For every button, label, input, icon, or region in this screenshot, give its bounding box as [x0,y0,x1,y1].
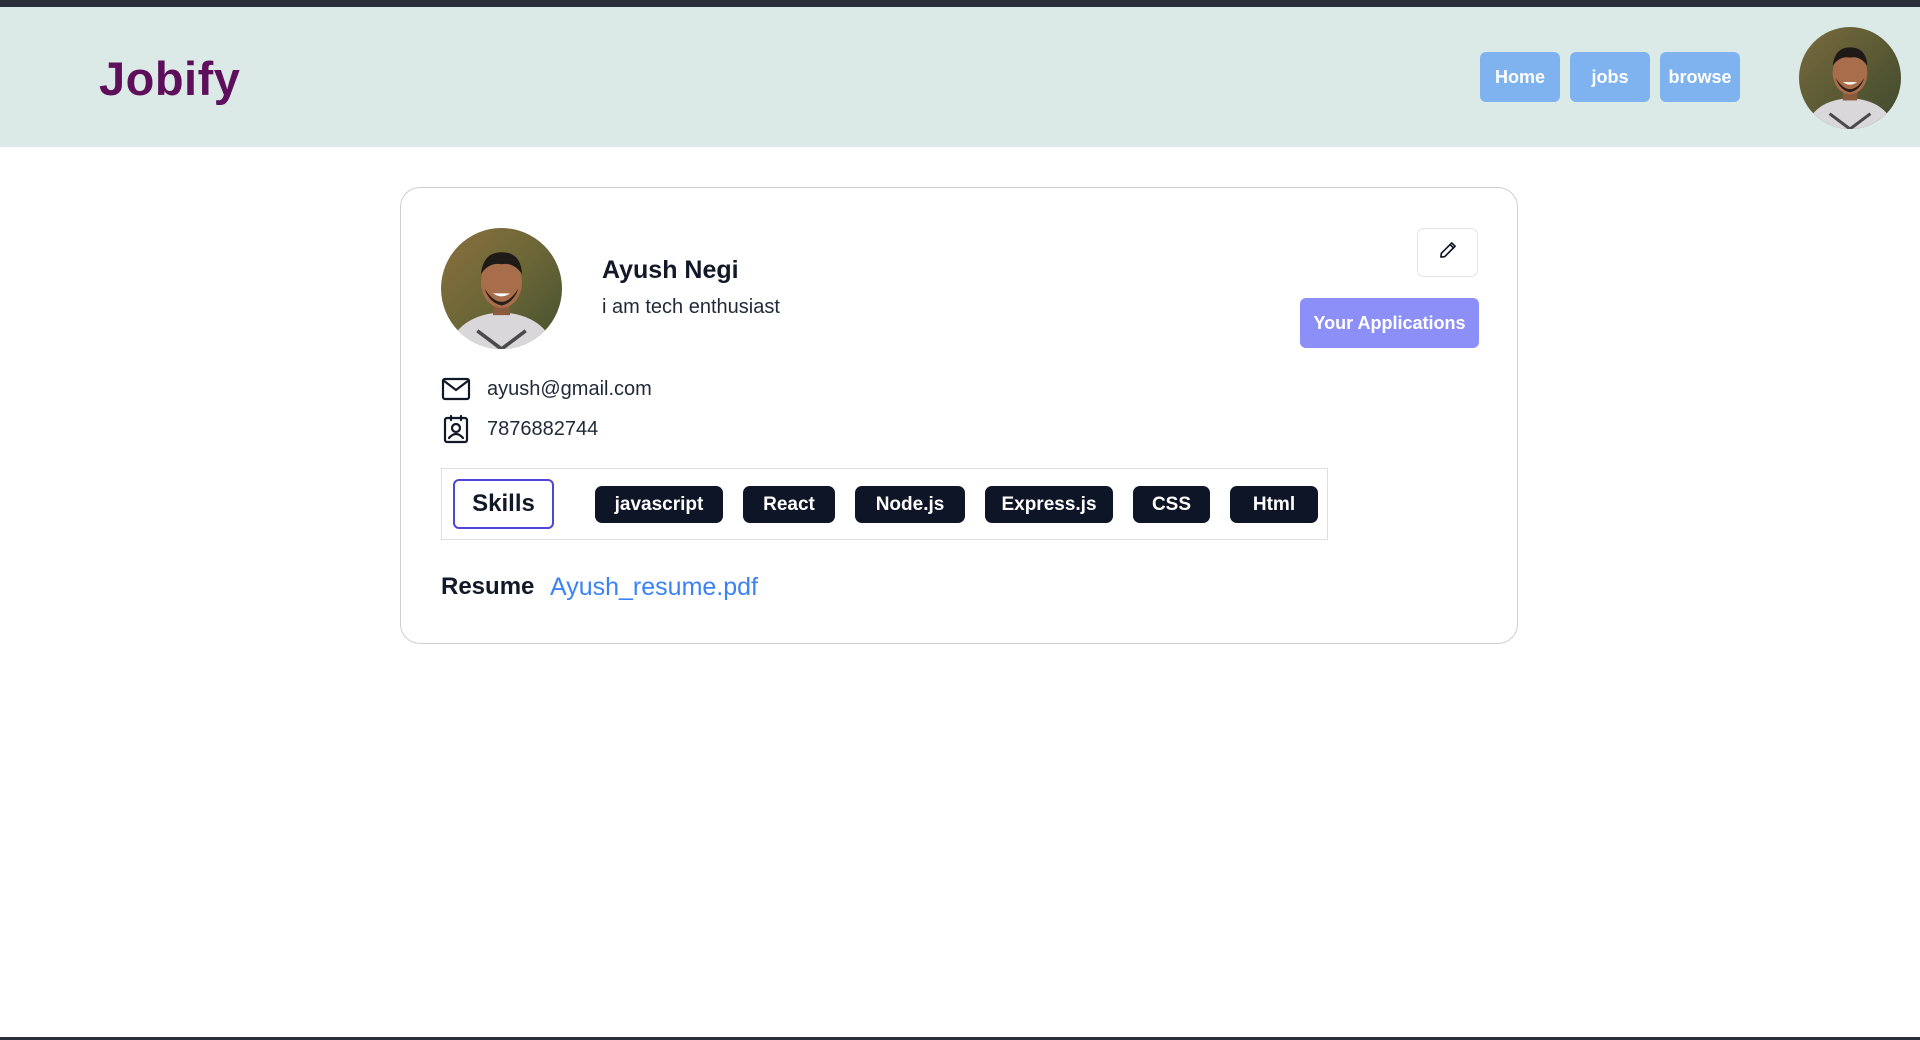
skills-section: Skills javascript React Node.js Express.… [441,468,1328,540]
brand-logo[interactable]: Jobify [99,51,240,106]
pencil-icon [1438,240,1458,265]
edit-profile-button[interactable] [1417,228,1478,277]
contact-card-icon [441,414,471,444]
mail-icon [441,374,471,404]
top-border [0,0,1920,7]
skill-badge: Express.js [985,486,1113,523]
profile-name: Ayush Negi [602,256,739,284]
nav-avatar[interactable] [1799,27,1901,129]
nav-home-button[interactable]: Home [1480,52,1560,102]
skill-badge: Node.js [855,486,965,523]
resume-label: Resume [441,573,535,600]
skill-badge: Html [1230,486,1318,523]
phone-text: 7876882744 [487,417,599,440]
nav-browse-button[interactable]: browse [1660,52,1740,102]
nav-jobs-button[interactable]: jobs [1570,52,1650,102]
navbar: Jobify Home jobs browse [0,7,1920,147]
your-applications-button[interactable]: Your Applications [1300,298,1479,348]
email-row: ayush@gmail.com [441,373,652,405]
profile-bio: i am tech enthusiast [602,296,780,318]
profile-avatar [441,228,562,349]
skill-badge: CSS [1133,486,1210,523]
resume-link[interactable]: Ayush_resume.pdf [550,573,758,602]
skill-badge: javascript [595,486,723,523]
phone-row: 7876882744 [441,413,598,445]
skills-label: Skills [453,479,554,529]
profile-card: Ayush Negi i am tech enthusiast Your App… [400,187,1518,644]
skill-badge: React [743,486,835,523]
email-text: ayush@gmail.com [487,377,652,400]
